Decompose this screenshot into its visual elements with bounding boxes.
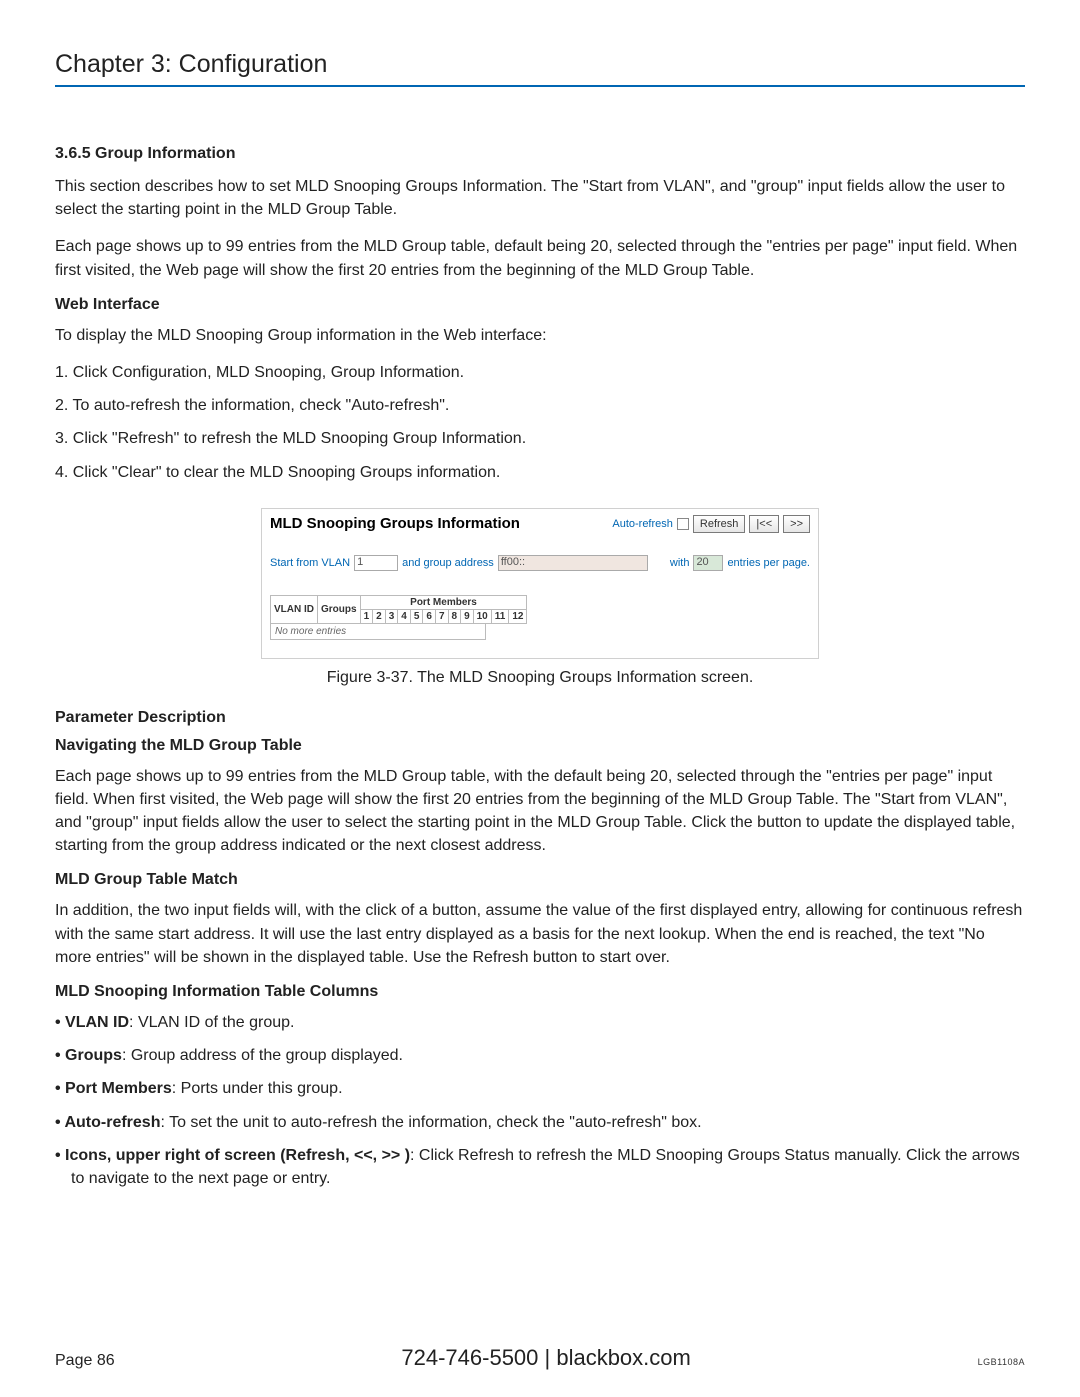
embedded-title: MLD Snooping Groups Information bbox=[270, 515, 520, 532]
navigating-heading: Navigating the MLD Group Table bbox=[55, 737, 1025, 755]
footer-contact: 724-746-5500 | blackbox.com bbox=[115, 1345, 978, 1371]
no-more-entries: No more entries bbox=[270, 624, 486, 640]
web-interface-lead: To display the MLD Snooping Group inform… bbox=[55, 324, 1025, 347]
navigating-text: Each page shows up to 99 entries from th… bbox=[55, 765, 1025, 858]
port-col: 10 bbox=[473, 609, 491, 623]
bullet-autorefresh-text: : To set the unit to auto-refresh the in… bbox=[160, 1114, 701, 1131]
port-col: 1 bbox=[360, 609, 373, 623]
bullet-autorefresh-label: • Auto-refresh bbox=[55, 1114, 160, 1131]
port-col: 5 bbox=[410, 609, 423, 623]
start-vlan-input[interactable]: 1 bbox=[354, 555, 398, 571]
group-address-input[interactable]: ff00:: bbox=[498, 555, 648, 571]
section-heading: 3.6.5 Group Information bbox=[55, 145, 1025, 163]
page-number: Page 86 bbox=[55, 1352, 115, 1370]
chapter-title: Chapter 3: Configuration bbox=[55, 50, 1025, 87]
columns-heading: MLD Snooping Information Table Columns bbox=[55, 983, 1025, 1001]
port-col: 9 bbox=[461, 609, 474, 623]
figure-caption: Figure 3-37. The MLD Snooping Groups Inf… bbox=[55, 669, 1025, 687]
start-vlan-label: Start from VLAN bbox=[270, 557, 350, 569]
step-1: 1. Click Configuration, MLD Snooping, Gr… bbox=[55, 361, 1025, 384]
port-col: 7 bbox=[435, 609, 448, 623]
group-table: VLAN ID Groups Port Members 1 2 3 4 5 6 … bbox=[270, 595, 527, 624]
port-col: 11 bbox=[491, 609, 509, 623]
intro-paragraph-1: This section describes how to set MLD Sn… bbox=[55, 175, 1025, 221]
parameter-description-heading: Parameter Description bbox=[55, 709, 1025, 727]
next-page-button[interactable]: >> bbox=[783, 515, 810, 533]
port-col: 4 bbox=[398, 609, 411, 623]
col-vlan-id: VLAN ID bbox=[271, 595, 318, 623]
web-interface-heading: Web Interface bbox=[55, 296, 1025, 314]
bullet-groups-text: : Group address of the group displayed. bbox=[122, 1047, 403, 1064]
port-col: 3 bbox=[385, 609, 398, 623]
bullet-vlan-id-label: • VLAN ID bbox=[55, 1014, 129, 1031]
group-address-label: and group address bbox=[402, 557, 494, 569]
bullet-port-members-label: • Port Members bbox=[55, 1080, 172, 1097]
page-footer: Page 86 724-746-5500 | blackbox.com LGB1… bbox=[55, 1345, 1025, 1371]
intro-paragraph-2: Each page shows up to 99 entries from th… bbox=[55, 235, 1025, 281]
bullet-vlan-id-text: : VLAN ID of the group. bbox=[129, 1014, 294, 1031]
port-col: 8 bbox=[448, 609, 461, 623]
embedded-screenshot: MLD Snooping Groups Information Auto-ref… bbox=[261, 508, 819, 659]
step-2: 2. To auto-refresh the information, chec… bbox=[55, 394, 1025, 417]
with-label: with bbox=[670, 557, 690, 569]
auto-refresh-checkbox[interactable] bbox=[677, 518, 689, 530]
bullet-groups-label: • Groups bbox=[55, 1047, 122, 1064]
bullet-icons-label: • Icons, upper right of screen (Refresh,… bbox=[55, 1147, 410, 1164]
port-col: 6 bbox=[423, 609, 436, 623]
col-groups: Groups bbox=[318, 595, 361, 623]
bullet-port-members-text: : Ports under this group. bbox=[172, 1080, 343, 1097]
step-3: 3. Click "Refresh" to refresh the MLD Sn… bbox=[55, 427, 1025, 450]
columns-bullets: • VLAN ID: VLAN ID of the group. • Group… bbox=[55, 1011, 1025, 1190]
entries-per-page-label: entries per page. bbox=[727, 557, 810, 569]
match-heading: MLD Group Table Match bbox=[55, 871, 1025, 889]
match-text: In addition, the two input fields will, … bbox=[55, 899, 1025, 969]
port-col: 12 bbox=[509, 609, 527, 623]
steps-list: 1. Click Configuration, MLD Snooping, Gr… bbox=[55, 361, 1025, 484]
footer-model: LGB1108A bbox=[978, 1357, 1025, 1367]
col-port-members: Port Members bbox=[360, 595, 527, 609]
step-4: 4. Click "Clear" to clear the MLD Snoopi… bbox=[55, 461, 1025, 484]
auto-refresh-label: Auto-refresh bbox=[612, 518, 673, 530]
prev-page-button[interactable]: |<< bbox=[749, 515, 779, 533]
refresh-button[interactable]: Refresh bbox=[693, 515, 746, 533]
entries-per-page-input[interactable]: 20 bbox=[693, 555, 723, 571]
port-col: 2 bbox=[373, 609, 386, 623]
